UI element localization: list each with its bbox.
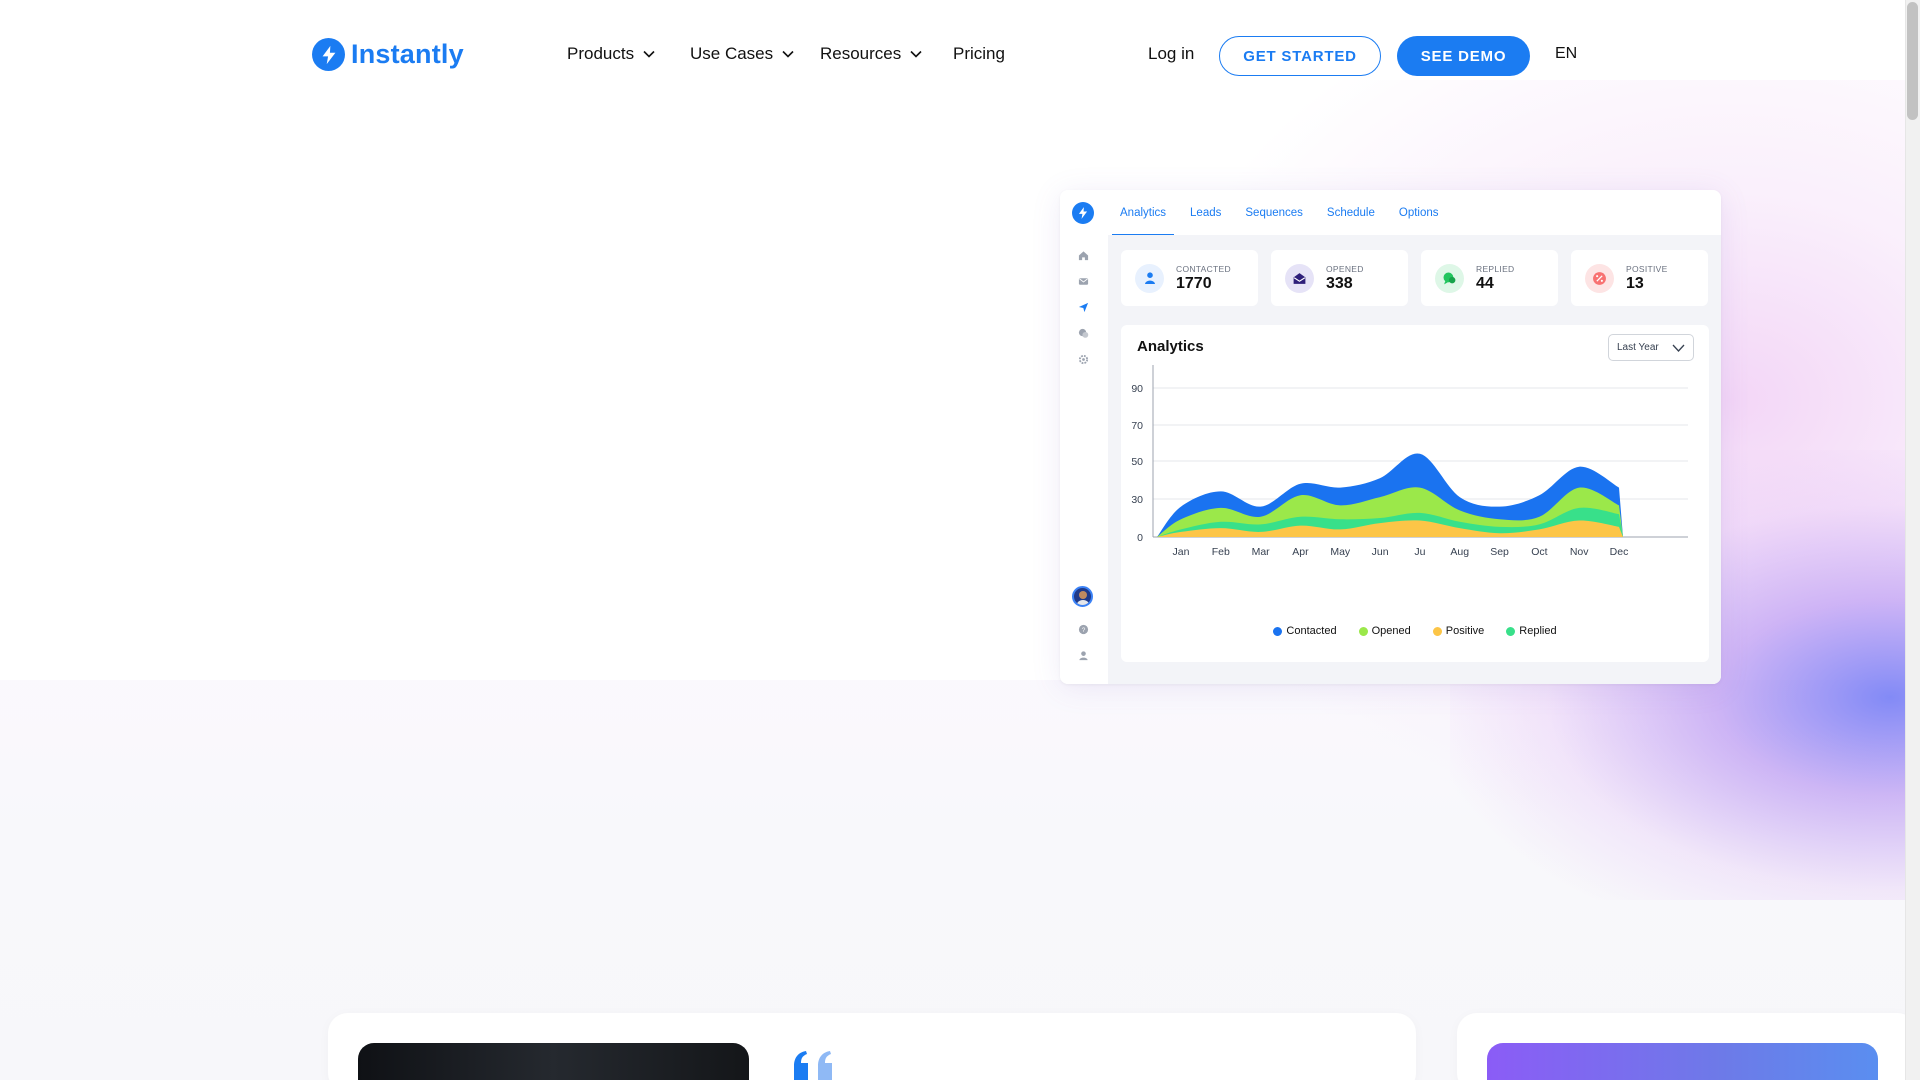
nav-resources[interactable]: Resources xyxy=(820,44,923,64)
lightning-logo-icon xyxy=(312,38,345,71)
stat-label: CONTACTED xyxy=(1176,263,1231,274)
chat-icon[interactable] xyxy=(1078,328,1089,339)
x-tick-label: Jan xyxy=(1173,546,1190,558)
brand-logo[interactable]: Instantly xyxy=(312,38,464,71)
tab-schedule[interactable]: Schedule xyxy=(1315,190,1387,235)
period-dropdown[interactable]: Last Year xyxy=(1608,334,1694,361)
stat-card-positive: POSITIVE 13 xyxy=(1571,250,1708,306)
legend-item-replied: Replied xyxy=(1506,625,1557,637)
stat-label: REPLIED xyxy=(1476,263,1515,274)
percent-icon xyxy=(1585,263,1614,293)
dashboard-sidebar: ? xyxy=(1060,190,1108,684)
x-tick-label: May xyxy=(1330,546,1351,558)
legend-label: Replied xyxy=(1519,625,1557,637)
lightning-logo-icon[interactable] xyxy=(1072,202,1094,224)
account-icon[interactable] xyxy=(1078,650,1089,661)
y-tick-label: 70 xyxy=(1131,420,1143,432)
send-icon[interactable] xyxy=(1078,302,1089,313)
stat-card-replied: REPLIED 44 xyxy=(1421,250,1558,306)
y-tick-label: 30 xyxy=(1131,494,1143,506)
stat-value: 1770 xyxy=(1176,274,1212,292)
stat-label: POSITIVE xyxy=(1626,263,1668,274)
top-navbar: Instantly Products Use Cases Resources P… xyxy=(0,0,1905,110)
mail-icon[interactable] xyxy=(1078,276,1089,287)
testimonial-photo xyxy=(1487,1043,1878,1080)
user-avatar[interactable] xyxy=(1072,586,1093,607)
chart-legend: Contacted Opened Positive Replied xyxy=(1121,625,1709,637)
svg-text:?: ? xyxy=(1082,627,1086,634)
x-tick-label: Nov xyxy=(1570,546,1589,558)
chevron-down-icon xyxy=(782,50,794,58)
brand-name: Instantly xyxy=(351,39,464,69)
x-tick-label: Jun xyxy=(1372,546,1389,558)
tab-sequences[interactable]: Sequences xyxy=(1233,190,1315,235)
stat-value: 44 xyxy=(1476,274,1494,292)
period-label: Last Year xyxy=(1617,342,1659,353)
nav-products[interactable]: Products xyxy=(567,44,656,64)
language-selector[interactable]: EN xyxy=(1555,45,1577,63)
nav-use-cases[interactable]: Use Cases xyxy=(690,44,795,64)
nav-use-cases-label: Use Cases xyxy=(690,44,774,63)
x-tick-label: Apr xyxy=(1292,546,1309,558)
see-demo-button[interactable]: SEE DEMO xyxy=(1397,36,1530,76)
chevron-down-icon xyxy=(1672,344,1685,352)
chevron-down-icon xyxy=(910,50,922,58)
page-scrollbar[interactable] xyxy=(1905,0,1920,1080)
quote-icon xyxy=(794,1051,832,1080)
legend-label: Contacted xyxy=(1286,625,1337,637)
dashboard-preview: ? Analytics Leads Sequences Schedule Opt… xyxy=(1060,190,1721,684)
stat-label: OPENED xyxy=(1326,263,1364,274)
stat-card-contacted: CONTACTED 1770 xyxy=(1121,250,1258,306)
legend-swatch xyxy=(1273,626,1283,636)
legend-swatch xyxy=(1358,626,1368,636)
dashboard-tabs: Analytics Leads Sequences Schedule Optio… xyxy=(1108,190,1451,235)
y-tick-label: 0 xyxy=(1137,532,1143,544)
stat-card-opened: OPENED 338 xyxy=(1271,250,1408,306)
y-tick-label: 90 xyxy=(1131,383,1143,395)
x-tick-label: Oct xyxy=(1531,546,1547,558)
legend-swatch xyxy=(1432,626,1442,636)
analytics-chart-card: Analytics Last Year 0 30 50 70 90 Jan Feb Mar Ap… xyxy=(1121,325,1709,662)
stat-value: 338 xyxy=(1326,274,1353,292)
home-icon[interactable] xyxy=(1078,250,1089,261)
legend-label: Positive xyxy=(1445,625,1485,637)
legend-label: Opened xyxy=(1371,625,1411,637)
nav-pricing[interactable]: Pricing xyxy=(953,44,1005,64)
nav-resources-label: Resources xyxy=(820,44,902,63)
tab-leads[interactable]: Leads xyxy=(1178,190,1233,235)
y-tick-label: 50 xyxy=(1131,456,1143,468)
settings-icon[interactable] xyxy=(1078,354,1089,365)
x-tick-label: Sep xyxy=(1490,546,1509,558)
chart-title: Analytics xyxy=(1137,338,1204,355)
testimonial-photo xyxy=(358,1043,749,1080)
login-link[interactable]: Log in xyxy=(1148,44,1194,64)
legend-item-positive: Positive xyxy=(1432,625,1485,637)
nav-pricing-label: Pricing xyxy=(953,44,1005,63)
chevron-down-icon xyxy=(643,50,655,58)
help-icon[interactable]: ? xyxy=(1078,624,1089,635)
chat-bubble-icon xyxy=(1435,263,1464,293)
get-started-button[interactable]: GET STARTED xyxy=(1219,36,1381,76)
analytics-area-chart: 0 30 50 70 90 Jan Feb Mar Apr May Jun Ju Aug Sep Oct No… xyxy=(1131,365,1688,558)
x-tick-label: Dec xyxy=(1610,546,1629,558)
x-tick-label: Aug xyxy=(1450,546,1469,558)
tab-options[interactable]: Options xyxy=(1387,190,1451,235)
envelope-open-icon xyxy=(1285,263,1314,293)
legend-swatch xyxy=(1506,626,1516,636)
stat-value: 13 xyxy=(1626,274,1644,292)
x-tick-label: Ju xyxy=(1414,546,1425,558)
legend-item-contacted: Contacted xyxy=(1273,625,1337,637)
tab-analytics[interactable]: Analytics xyxy=(1108,190,1178,235)
user-icon xyxy=(1135,263,1164,293)
x-tick-label: Mar xyxy=(1252,546,1271,558)
legend-item-opened: Opened xyxy=(1358,625,1411,637)
x-tick-label: Feb xyxy=(1212,546,1230,558)
nav-products-label: Products xyxy=(567,44,635,63)
scrollbar-thumb[interactable] xyxy=(1907,2,1918,120)
